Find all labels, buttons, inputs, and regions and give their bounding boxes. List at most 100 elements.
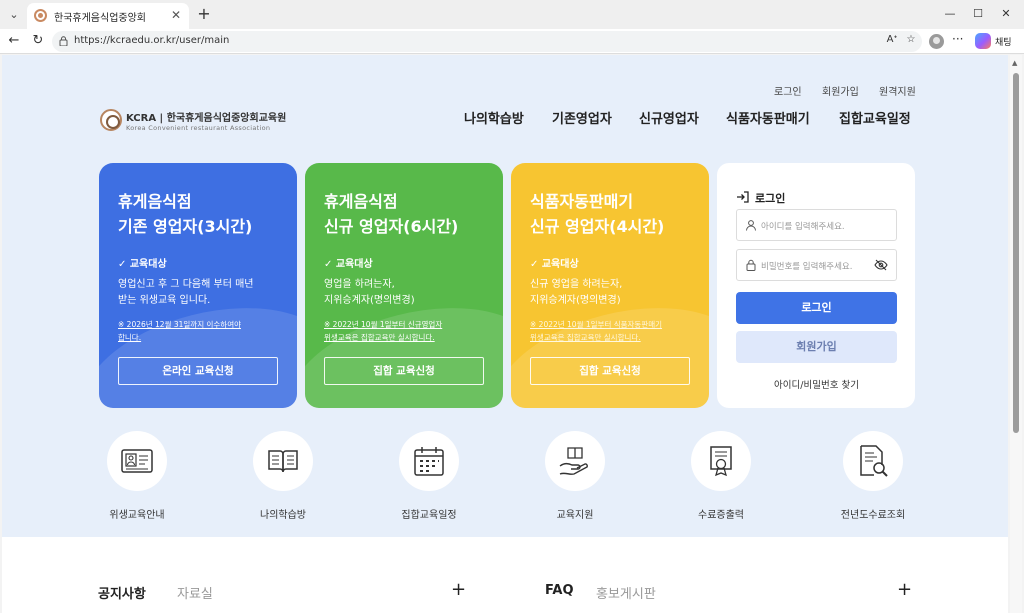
resources-tab[interactable]: 자료실: [177, 583, 213, 602]
minimize-icon[interactable]: —: [940, 5, 960, 23]
card-title-line2: 신규 영업자(4시간): [530, 217, 665, 236]
course-card-vending: 식품자동판매기 신규 영업자(4시간) ✓ 교육대상 신규 영업을 하려는자, …: [511, 163, 709, 408]
maximize-icon[interactable]: ☐: [968, 5, 988, 23]
lock-icon: [59, 36, 68, 46]
password-placeholder: 비밀번호를 입력해주세요.: [761, 262, 853, 272]
logo-text: KCRA | 한국휴게음식업중앙회교육원: [126, 113, 287, 124]
reload-icon[interactable]: ↻: [29, 32, 47, 50]
window-close-icon[interactable]: ✕: [996, 5, 1016, 23]
card-desc-line2: 지위승계자(명의변경): [324, 295, 415, 306]
card-title-line1: 식품자동판매기: [530, 192, 634, 211]
card-description: 신규 영업을 하려는자, 지위승계자(명의변경): [530, 277, 622, 309]
new-tab-plus-icon[interactable]: +: [194, 4, 214, 24]
nav-existing-business[interactable]: 기존영업자: [552, 108, 612, 127]
copilot-label[interactable]: 채팅: [995, 35, 1012, 48]
nav-group-schedule[interactable]: 집합교육일정: [839, 108, 911, 127]
user-icon: [746, 220, 756, 231]
quick-menu-label: 나의학습방: [260, 510, 306, 521]
nav-new-business[interactable]: 신규영업자: [639, 108, 699, 127]
scroll-up-arrow-icon[interactable]: ▲: [1012, 59, 1017, 67]
eye-off-icon[interactable]: [874, 259, 888, 271]
id-card-icon: [121, 449, 153, 473]
password-input[interactable]: 비밀번호를 입력해주세요.: [736, 249, 897, 281]
quick-menu-circle: [253, 431, 313, 491]
faq-more-plus-icon[interactable]: +: [897, 579, 912, 600]
back-arrow-icon[interactable]: ←: [5, 32, 23, 50]
card-desc-line2: 지위승계자(명의변경): [530, 295, 621, 306]
card-note-line1: ※ 2026년 12월 31일까지 이수하여야: [118, 320, 241, 329]
vending-apply-button[interactable]: 집합 교육신청: [530, 357, 690, 385]
login-button[interactable]: 로그인: [736, 292, 897, 324]
browser-tab[interactable]: 한국휴게음식업중앙회 ✕: [27, 3, 189, 29]
favorite-star-icon[interactable]: ☆: [903, 32, 919, 48]
login-panel: 로그인 아이디를 입력해주세요. 비밀번호를 입력해주세요. 로그인 회원가입 …: [717, 163, 915, 408]
card-desc-line2: 받는 위생교육 입니다.: [118, 295, 211, 306]
card-title-line1: 휴게음식점: [118, 192, 192, 211]
card-note-line2: 합니다.: [118, 333, 142, 342]
logo-subtext: Korea Convenient restaurant Association: [126, 124, 271, 132]
quick-menu-circle: [107, 431, 167, 491]
util-remote-support-link[interactable]: 원격지원: [879, 83, 916, 98]
util-signup-link[interactable]: 회원가입: [822, 83, 859, 98]
card-note-line1: ※ 2022년 10월 1일부터 식품자동판매기: [530, 320, 663, 329]
find-id-password-link[interactable]: 아이디/비밀번호 찾기: [736, 377, 897, 391]
kcra-emblem-icon: [100, 109, 122, 131]
promo-board-tab[interactable]: 홍보게시판: [596, 583, 656, 602]
join-button[interactable]: 회원가입: [736, 331, 897, 363]
util-login-link[interactable]: 로그인: [774, 83, 802, 98]
quick-menu-hygiene-guide[interactable]: 위생교육안내: [77, 431, 197, 521]
quick-menu-prev-year-lookup[interactable]: 전년도수료조회: [813, 431, 933, 521]
card-desc-line1: 신규 영업을 하려는자,: [530, 279, 623, 290]
login-arrow-icon: [737, 191, 749, 203]
card-title-line1: 휴게음식점: [324, 192, 398, 211]
card-note: ※ 2026년 12월 31일까지 이수하여야 합니다.: [118, 318, 241, 344]
profile-avatar-icon[interactable]: [929, 34, 944, 49]
quick-menu-label: 수료증출력: [698, 510, 744, 521]
notice-more-plus-icon[interactable]: +: [451, 579, 466, 600]
browser-toolbar: ← ↻ https://kcraedu.or.kr/user/main Aᐩ ☆…: [0, 29, 1024, 54]
notice-board-title[interactable]: 공지사항: [98, 583, 146, 602]
url-text: https://kcraedu.or.kr/user/main: [74, 35, 230, 46]
document-search-icon: [860, 445, 888, 477]
nav-my-study[interactable]: 나의학습방: [464, 108, 524, 127]
lock-icon: [746, 259, 756, 271]
nav-vending-machine[interactable]: 식품자동판매기: [726, 108, 810, 127]
tab-list-chevron-icon[interactable]: ⌄: [4, 5, 24, 25]
card-note: ※ 2022년 10월 1일부터 식품자동판매기 위생교육은 집합교육만 실시합…: [530, 318, 662, 344]
user-id-placeholder: 아이디를 입력해주세요.: [761, 222, 845, 232]
course-card-new: 휴게음식점 신규 영업자(6시간) ✓ 교육대상 영업을 하려는자, 지위승계자…: [305, 163, 503, 408]
hand-book-icon: [559, 447, 588, 475]
quick-menu-group-schedule[interactable]: 집합교육일정: [369, 431, 489, 521]
card-note-line1: ※ 2022년 10월 1일부터 신규영업자: [324, 320, 443, 329]
quick-menu-my-study[interactable]: 나의학습방: [223, 431, 343, 521]
address-bar[interactable]: https://kcraedu.or.kr/user/main: [52, 31, 922, 52]
close-tab-icon[interactable]: ✕: [168, 7, 184, 23]
card-desc-line1: 영업신고 후 그 다음해 부터 매년: [118, 279, 254, 290]
user-id-input[interactable]: 아이디를 입력해주세요.: [736, 209, 897, 241]
open-book-icon: [268, 450, 298, 473]
quick-menu-education-support[interactable]: 교육지원: [515, 431, 635, 521]
quick-menu-circle: [545, 431, 605, 491]
card-note: ※ 2022년 10월 1일부터 신규영업자 위생교육은 집합교육만 실시합니다…: [324, 318, 442, 344]
group-apply-button[interactable]: 집합 교육신청: [324, 357, 484, 385]
browser-tab-bar: ⌄ 한국휴게음식업중앙회 ✕ + — ☐ ✕: [0, 0, 1024, 29]
quick-menu-circle: [691, 431, 751, 491]
quick-menu-label: 교육지원: [556, 510, 594, 521]
read-aloud-icon[interactable]: Aᐩ: [884, 32, 900, 48]
quick-menu-circle: [399, 431, 459, 491]
quick-menu-certificate[interactable]: 수료증출력: [661, 431, 781, 521]
tab-title: 한국휴게음식업중앙회: [54, 13, 146, 24]
quick-menu-label: 집합교육일정: [401, 510, 457, 521]
more-menu-icon[interactable]: ···: [952, 32, 963, 46]
quick-menu-circle: [843, 431, 903, 491]
online-apply-button[interactable]: 온라인 교육신청: [118, 357, 278, 385]
quick-menu-label: 전년도수료조회: [840, 510, 906, 521]
site-favicon-icon: [34, 9, 47, 22]
site-logo[interactable]: KCRA | 한국휴게음식업중앙회교육원 Korea Convenient re…: [98, 106, 298, 136]
faq-board-title[interactable]: FAQ: [545, 583, 574, 598]
card-note-line2: 위생교육은 집합교육만 실시합니다.: [324, 333, 435, 342]
scrollbar-thumb[interactable]: [1013, 73, 1019, 433]
copilot-icon[interactable]: [975, 33, 991, 49]
page-scrollbar[interactable]: ▲: [1010, 55, 1022, 613]
card-title: 식품자동판매기 신규 영업자(4시간): [530, 189, 664, 239]
